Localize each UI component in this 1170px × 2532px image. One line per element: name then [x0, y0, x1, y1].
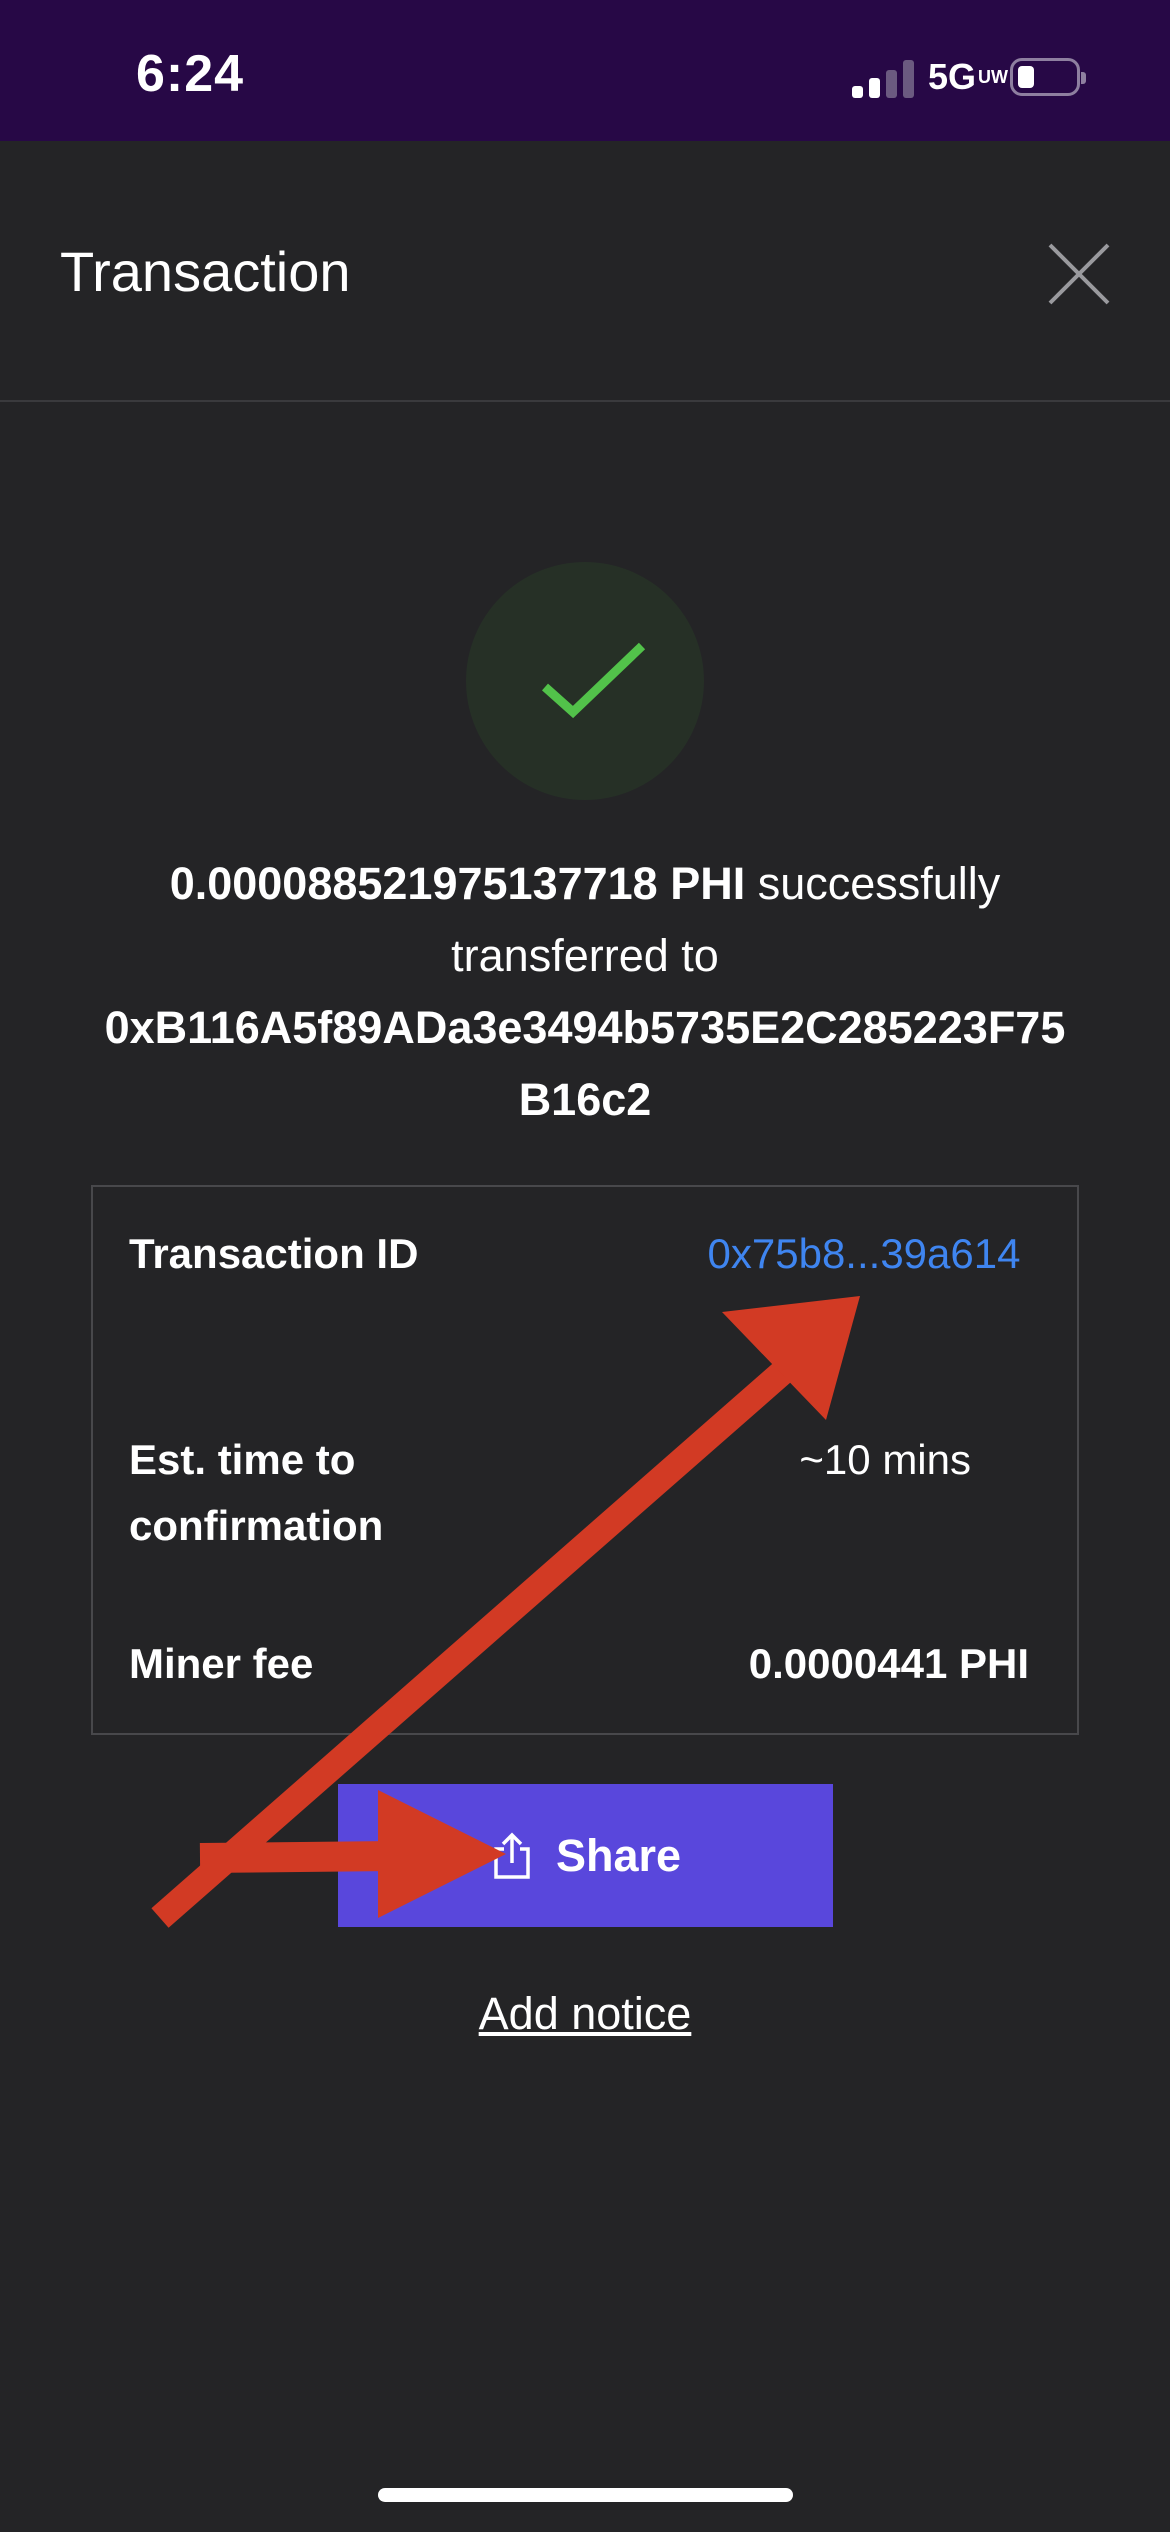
miner-fee-label: Miner fee: [129, 1640, 314, 1687]
network-label: 5G: [928, 56, 977, 97]
battery-icon: [1010, 58, 1086, 96]
close-button[interactable]: [1046, 241, 1112, 307]
status-time: 6:24: [136, 45, 245, 103]
transfer-amount: 0.000088521975137718 PHI: [169, 858, 746, 909]
recipient-address: 0xB116A5f89ADa3e3494b5735E2C285223F75B16…: [104, 1002, 1066, 1125]
network-suffix: UW: [978, 67, 1009, 87]
success-badge: [466, 562, 704, 800]
transfer-message: 0.000088521975137718 PHI successfully tr…: [100, 848, 1070, 1136]
est-time-label: Est. time to confirmation: [129, 1436, 384, 1549]
close-icon: [1048, 243, 1110, 305]
home-indicator[interactable]: [378, 2488, 793, 2502]
transaction-id-link[interactable]: 0x75b8...39a614: [699, 1221, 1029, 1287]
miner-fee-value: 0.0000441 PHI: [748, 1640, 1029, 1687]
add-notice-link[interactable]: Add notice: [0, 1988, 1170, 2040]
page-title: Transaction: [60, 240, 351, 303]
signal-icon: [852, 60, 916, 98]
share-button[interactable]: Share: [338, 1784, 833, 1927]
checkmark-icon: [542, 642, 646, 719]
share-label: Share: [555, 1829, 682, 1881]
transaction-id-label: Transaction ID: [129, 1230, 419, 1277]
transaction-details-card: Transaction ID 0x75b8...39a614 Est. time…: [91, 1185, 1079, 1735]
network-indicator: 5G UW: [928, 56, 1008, 98]
est-time-value: ~10 mins: [799, 1436, 971, 1483]
share-icon: [494, 1832, 530, 1879]
status-bar: 6:24 5G UW: [0, 0, 1170, 141]
modal-header: Transaction: [0, 141, 1170, 402]
